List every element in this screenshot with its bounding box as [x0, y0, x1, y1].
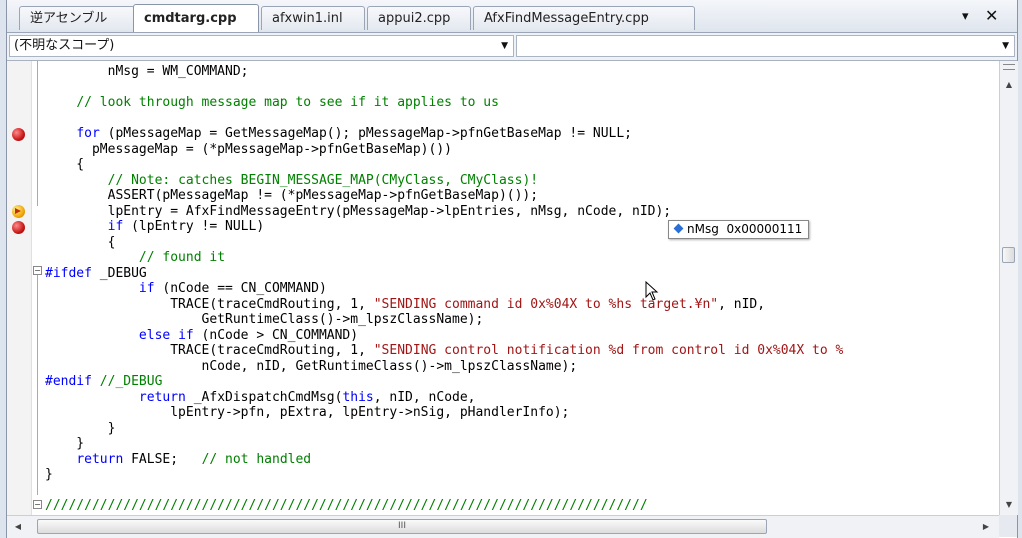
- code-line[interactable]: // look through message map to see if it…: [45, 95, 499, 111]
- code-line[interactable]: return _AfxDispatchCmdMsg(this, nID, nCo…: [45, 390, 476, 406]
- document-tab-strip: 逆アセンブル cmdtarg.cpp afxwin1.inl appui2.cp…: [7, 0, 1017, 33]
- scroll-left-icon[interactable]: ◀: [9, 519, 27, 535]
- code-line[interactable]: if (nCode == CN_COMMAND): [45, 281, 327, 297]
- tab-afxwin1-inl[interactable]: afxwin1.inl: [261, 6, 365, 30]
- breakpoint-icon[interactable]: [12, 221, 25, 234]
- mouse-pointer-icon: [645, 280, 659, 305]
- code-line[interactable]: }: [45, 436, 84, 452]
- code-line[interactable]: return FALSE; // not handled: [45, 452, 311, 468]
- chevron-down-icon: ▼: [501, 41, 508, 51]
- chevron-down-icon: ▼: [1002, 41, 1009, 51]
- vertical-scrollbar[interactable]: ▲ ▼: [999, 61, 1018, 515]
- outline-line: [37, 275, 38, 495]
- collapse-toggle-icon[interactable]: −: [33, 266, 42, 275]
- splitter-handle[interactable]: [1003, 64, 1015, 70]
- code-editor[interactable]: − − nMsg = WM_COMMAND; // look through m…: [7, 61, 999, 515]
- vertical-scroll-thumb[interactable]: [1002, 247, 1015, 263]
- code-line[interactable]: TRACE(traceCmdRouting, 1, "SENDING contr…: [45, 343, 843, 359]
- variable-icon: [673, 223, 684, 234]
- tab-cmdtarg-cpp[interactable]: cmdtarg.cpp: [133, 4, 259, 32]
- code-line[interactable]: ////////////////////////////////////////…: [45, 498, 648, 514]
- outline-line: [37, 61, 38, 206]
- code-line[interactable]: pMessageMap = (*pMessageMap->pfnGetBaseM…: [45, 142, 452, 158]
- code-line[interactable]: ASSERT(pMessageMap != (*pMessageMap->pfn…: [45, 188, 538, 204]
- code-line[interactable]: // Note: catches BEGIN_MESSAGE_MAP(CMyCl…: [45, 173, 538, 189]
- code-line[interactable]: #ifdef _DEBUG: [45, 266, 147, 282]
- datatip-name: nMsg: [687, 222, 719, 236]
- code-line[interactable]: for (pMessageMap = GetMessageMap(); pMes…: [45, 126, 632, 142]
- scrollbar-corner: [999, 515, 1017, 537]
- code-line[interactable]: // found it: [45, 250, 225, 266]
- code-line[interactable]: lpEntry->pfn, pExtra, lpEntry->nSig, pHa…: [45, 405, 569, 421]
- code-line[interactable]: else if (nCode > CN_COMMAND): [45, 328, 358, 344]
- scroll-down-icon[interactable]: ▼: [1000, 497, 1018, 513]
- scope-bar: (不明なスコープ) ▼ ▼: [7, 33, 1017, 61]
- tab-afxfindmessageentry-cpp[interactable]: AfxFindMessageEntry.cpp: [473, 6, 695, 30]
- code-line[interactable]: {: [45, 235, 116, 251]
- close-icon[interactable]: ✕: [985, 6, 998, 25]
- current-statement-arrow-icon: [12, 205, 25, 218]
- scope-combo-left-value: (不明なスコープ): [14, 38, 115, 53]
- scroll-right-icon[interactable]: ▶: [977, 519, 995, 535]
- breakpoint-icon[interactable]: [12, 128, 25, 141]
- horizontal-scrollbar[interactable]: ◀ III ▶: [7, 515, 999, 538]
- datatip[interactable]: nMsg 0x00000111: [668, 220, 810, 239]
- scroll-up-icon[interactable]: ▲: [1000, 77, 1018, 93]
- tab-list-dropdown-icon[interactable]: ▾: [962, 9, 969, 24]
- horizontal-scroll-thumb[interactable]: III: [37, 519, 767, 534]
- code-line[interactable]: }: [45, 421, 116, 437]
- editor-window: 逆アセンブル cmdtarg.cpp afxwin1.inl appui2.cp…: [6, 0, 1018, 538]
- code-line[interactable]: if (lpEntry != NULL): [45, 219, 265, 235]
- code-line[interactable]: #endif //_DEBUG: [45, 374, 162, 390]
- tab-appui2-cpp[interactable]: appui2.cpp: [367, 6, 471, 30]
- datatip-value: 0x00000111: [726, 222, 803, 236]
- tab-disassembly[interactable]: 逆アセンブル: [19, 6, 135, 30]
- code-line[interactable]: nCode, nID, GetRuntimeClass()->m_lpszCla…: [45, 359, 578, 375]
- code-line[interactable]: }: [45, 467, 53, 483]
- scope-combo-right[interactable]: ▼: [516, 35, 1015, 57]
- code-line[interactable]: lpEntry = AfxFindMessageEntry(pMessageMa…: [45, 204, 672, 220]
- code-line[interactable]: nMsg = WM_COMMAND;: [45, 64, 249, 80]
- breakpoint-gutter[interactable]: [7, 61, 32, 515]
- scope-combo-left[interactable]: (不明なスコープ) ▼: [9, 35, 514, 57]
- collapse-toggle-icon[interactable]: −: [33, 500, 42, 509]
- code-line[interactable]: GetRuntimeClass()->m_lpszClassName);: [45, 312, 484, 328]
- code-line[interactable]: {: [45, 157, 84, 173]
